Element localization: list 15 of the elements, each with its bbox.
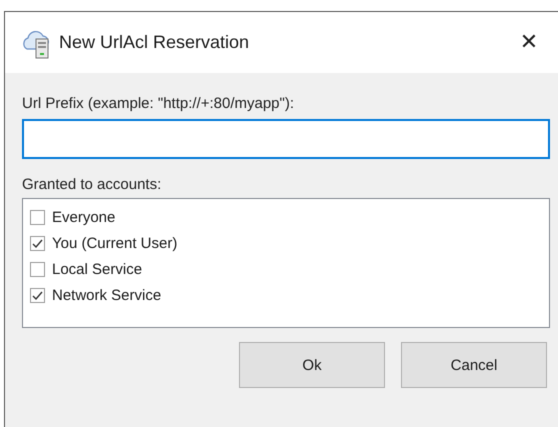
field-label: Url Prefix (example: "http://+:80/myapp"): xyxy=(22,95,294,112)
checkbox-label: Everyone xyxy=(52,208,116,226)
cancel-button[interactable]: Cancel xyxy=(401,342,547,388)
close-button[interactable]: ✕ xyxy=(506,22,552,62)
window-title: New UrlAcl Reservation xyxy=(59,32,250,53)
checkbox-label: You (Current User) xyxy=(52,234,178,252)
checkbox[interactable] xyxy=(30,262,45,276)
checkbox[interactable] xyxy=(30,210,45,224)
checkbox-label: Local Service xyxy=(52,260,142,278)
ok-button[interactable]: Ok xyxy=(239,342,385,388)
list-label: Granted to accounts: xyxy=(22,176,162,193)
checkbox-label: Network Service xyxy=(52,286,162,304)
checkbox[interactable] xyxy=(30,288,45,302)
input-field[interactable] xyxy=(22,119,550,159)
checkbox[interactable] xyxy=(30,236,45,250)
